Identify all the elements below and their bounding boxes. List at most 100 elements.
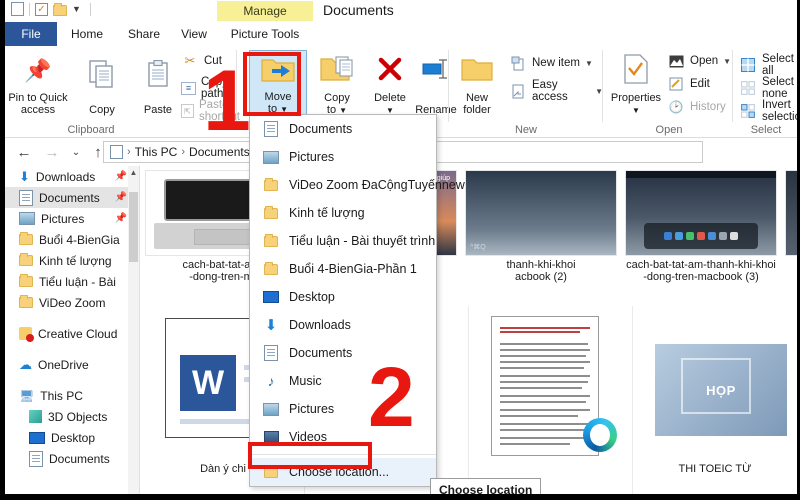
downloads-icon: ⬇	[264, 316, 278, 334]
nav-item-kinhteluong[interactable]: Kinh tế lượng	[5, 250, 139, 271]
chevron-down-icon: ▼	[723, 56, 732, 66]
pictures-shell-icon	[262, 401, 280, 417]
thumbnail	[785, 170, 797, 256]
nav-pane-scrollbar[interactable]: ▲	[128, 166, 139, 494]
menu-item-desktop[interactable]: Desktop	[250, 283, 436, 311]
paste-shortcut-icon: ⇱	[181, 104, 194, 118]
recent-locations-button[interactable]: ⌄	[65, 142, 87, 162]
folder-icon	[19, 274, 33, 287]
file-tile-row-2: W Dàn ý chi Định vị thị tr	[141, 314, 797, 475]
tab-view[interactable]: View	[171, 22, 217, 46]
nav-item-3d-objects[interactable]: 3D Objects	[5, 406, 139, 427]
thumbnail	[475, 314, 627, 460]
file-tile[interactable]: ^⌘Q thanh-khi-khoi acbook (2)	[461, 170, 621, 283]
menu-item-tieu-luan[interactable]: Tiểu luận - Bài thuyết trình	[250, 227, 436, 255]
tab-share[interactable]: Share	[117, 22, 171, 46]
navigation-pane: ⬇ Downloads 📌 Documents 📌 Pictures 📌 Buổ…	[5, 166, 140, 494]
thumbnail: HỌP	[639, 314, 791, 460]
select-none-button[interactable]: Select none	[739, 76, 797, 100]
menu-item-label: Documents	[289, 346, 353, 360]
nav-item-videozoom[interactable]: ViDeo Zoom	[5, 292, 139, 313]
nav-label: Kinh tế lượng	[39, 253, 112, 268]
group-divider	[602, 50, 603, 122]
copy-button[interactable]: Copy	[71, 50, 133, 118]
documents-icon	[110, 145, 123, 159]
menu-item-documents-library[interactable]: Documents	[250, 115, 436, 143]
onedrive-icon: ☁	[19, 356, 32, 372]
nav-item-this-pc[interactable]: 🖥 This PC	[5, 385, 139, 406]
menu-item-kinh-te-luong[interactable]: Kinh tế lượng	[250, 199, 436, 227]
nav-item-documents-pc[interactable]: Documents	[5, 448, 139, 469]
open-group-label: Open	[655, 124, 683, 136]
file-tile[interactable]	[469, 314, 633, 475]
menu-item-label: Pictures	[289, 402, 335, 416]
file-tile[interactable]: cach-bat-tat-am -dong-tren-	[781, 170, 797, 283]
file-caption-line1: cach-bat-tat-am	[182, 259, 260, 271]
creative-cloud-icon	[19, 327, 34, 342]
rename-icon	[421, 58, 451, 83]
menu-item-label: Kinh tế lượng	[289, 206, 365, 220]
easy-access-label: Easy access	[532, 79, 568, 103]
annotation-step-1: 1	[203, 53, 251, 149]
history-button[interactable]: 🕑 History	[667, 99, 726, 115]
file-caption-line2: acbook (2)	[515, 271, 567, 283]
annotation-step-2: 2	[368, 350, 415, 444]
file-caption-line1: thanh-khi-khoi	[506, 259, 576, 271]
paste-icon	[146, 59, 170, 91]
nav-label: ViDeo Zoom	[39, 295, 106, 310]
desktop-icon	[262, 289, 280, 305]
frame-edge-bottom	[0, 494, 800, 500]
paste-button[interactable]: Paste	[127, 50, 189, 118]
chevron-down-icon: ▼	[632, 105, 640, 115]
nav-item-buoi4[interactable]: Buổi 4-BienGia	[5, 229, 139, 250]
properties-button[interactable]: Properties ▼	[605, 50, 667, 118]
folder-icon	[262, 233, 280, 249]
nav-item-tieuluan[interactable]: Tiểu luận - Bài	[5, 271, 139, 292]
pin-to-quick-access-button[interactable]: 📌 Pin to Quick access	[7, 50, 69, 118]
breadcrumb-this-pc[interactable]: This PC	[135, 145, 178, 159]
delete-button[interactable]: Delete ▼	[367, 50, 413, 118]
tab-picture-tools[interactable]: Picture Tools	[217, 22, 313, 46]
menu-item-video-zoom[interactable]: ViDeo Zoom ĐaCộngTuyếnnew	[250, 171, 465, 199]
chevron-down-icon: ▼	[584, 58, 593, 68]
chevron-down-icon[interactable]: ▼	[72, 4, 81, 14]
tab-file[interactable]: File	[5, 22, 57, 46]
new-item-button[interactable]: New item ▼	[509, 55, 593, 71]
edit-button[interactable]: Edit	[667, 76, 710, 92]
divider	[89, 2, 91, 16]
file-tile[interactable]: HỌP THI TOEIC TỪ	[633, 314, 797, 475]
nav-item-onedrive[interactable]: ☁ OneDrive	[5, 354, 139, 375]
tab-home[interactable]: Home	[57, 22, 117, 46]
desktop-icon	[29, 431, 45, 444]
file-tile[interactable]: cach-bat-tat-am-thanh-khi-khoi -dong-tre…	[621, 170, 781, 283]
nav-item-downloads[interactable]: ⬇ Downloads 📌	[5, 166, 139, 187]
copy-to-button[interactable]: Copy to ▼	[309, 50, 365, 118]
nav-label: OneDrive	[38, 357, 89, 372]
nav-item-desktop[interactable]: Desktop	[5, 427, 139, 448]
nav-item-pictures[interactable]: Pictures 📌	[5, 208, 139, 229]
menu-item-downloads[interactable]: ⬇ Downloads	[250, 311, 436, 339]
menu-item-buoi-4[interactable]: Buổi 4-BienGia-Phần 1	[250, 255, 436, 283]
nav-item-creative-cloud[interactable]: Creative Cloud	[5, 323, 139, 344]
select-all-button[interactable]: Select all	[739, 53, 797, 77]
open-button[interactable]: Open ▼	[667, 53, 731, 69]
scroll-up-icon[interactable]: ▲	[128, 168, 139, 177]
copy-icon	[89, 60, 115, 91]
folder-icon	[262, 205, 280, 221]
scrollbar-thumb[interactable]	[129, 192, 138, 262]
easy-access-button[interactable]: Easy access ▼	[509, 79, 603, 103]
new-folder-icon[interactable]	[53, 3, 67, 16]
menu-item-pictures-library[interactable]: Pictures	[250, 143, 436, 171]
forward-button[interactable]: →	[41, 142, 63, 162]
nav-item-documents[interactable]: Documents 📌	[5, 187, 139, 208]
properties-icon[interactable]: ✓	[35, 2, 48, 16]
documents-icon[interactable]	[11, 2, 24, 16]
back-button[interactable]: ←	[13, 142, 35, 162]
3d-objects-icon	[29, 410, 42, 423]
breadcrumb-separator: ›	[181, 146, 186, 158]
word-icon: W	[180, 355, 236, 411]
invert-selection-button[interactable]: Invert selection	[739, 99, 800, 123]
new-folder-button[interactable]: New folder	[451, 50, 503, 118]
library-pictures-icon	[262, 149, 280, 165]
